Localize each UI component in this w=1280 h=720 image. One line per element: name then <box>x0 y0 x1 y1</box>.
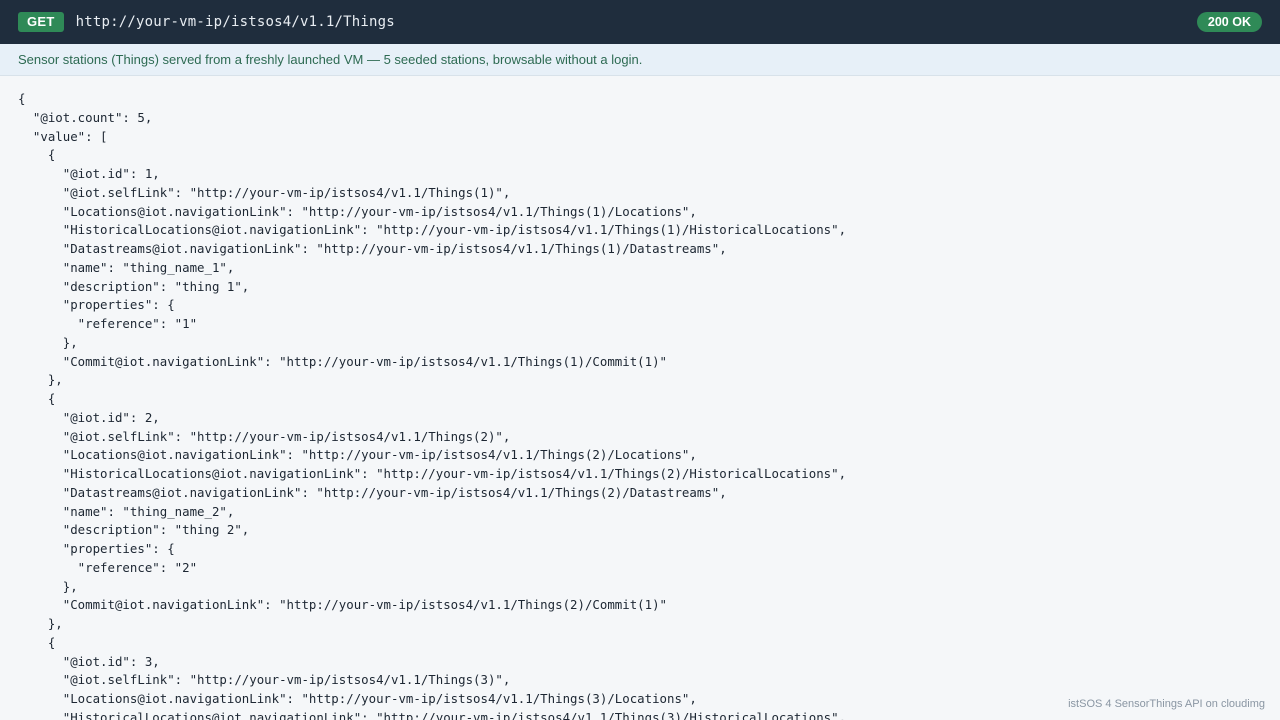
json-line: "@iot.selfLink": "http://your-vm-ip/ists… <box>18 184 511 200</box>
json-response-body: { "@iot.count": 5, "value": [ { "@iot.id… <box>18 90 1258 720</box>
json-line: "Datastreams@iot.navigationLink": "http:… <box>18 241 727 256</box>
json-line: "name": "thing_name_1", <box>18 259 235 275</box>
json-line: "HistoricalLocations@iot.navigationLink"… <box>18 466 847 481</box>
json-line: "@iot.selfLink": "http://your-vm-ip/ists… <box>18 672 511 688</box>
json-line: { <box>18 91 26 106</box>
json-line: "Datastreams@iot.navigationLink": "http:… <box>18 484 727 500</box>
http-method-badge: GET <box>18 12 64 32</box>
json-line: "@iot.count": 5, <box>18 109 153 125</box>
json-line: "HistoricalLocations@iot.navigationLink"… <box>18 709 847 720</box>
json-line: { <box>18 634 56 650</box>
json-line: "@iot.id": 3, <box>18 653 160 669</box>
json-line: }, <box>18 578 78 594</box>
json-line: }, <box>18 616 63 631</box>
request-url: http://your-vm-ip/istsos4/v1.1/Things <box>75 14 395 30</box>
footer-credit: istSOS 4 SensorThings API on cloudimg <box>1064 698 1265 710</box>
json-line: "Locations@iot.navigationLink": "http://… <box>18 447 697 463</box>
json-line: "@iot.id": 1, <box>18 166 160 181</box>
json-line: "@iot.selfLink": "http://your-vm-ip/ists… <box>18 428 511 444</box>
json-line: }, <box>18 334 78 350</box>
json-line: "description": "thing 1", <box>18 278 250 294</box>
json-line: { <box>18 147 56 163</box>
json-line: "HistoricalLocations@iot.navigationLink"… <box>18 222 847 238</box>
json-line: "Locations@iot.navigationLink": "http://… <box>18 203 697 219</box>
json-line: { <box>18 391 56 406</box>
json-line: "properties": { <box>18 541 175 556</box>
json-line: "properties": { <box>18 297 175 313</box>
info-notice: Sensor stations (Things) served from a f… <box>0 44 1280 76</box>
request-bar: GET http://your-vm-ip/istsos4/v1.1/Thing… <box>0 0 1280 44</box>
json-line: "@iot.id": 2, <box>18 409 160 425</box>
json-line: }, <box>18 372 63 388</box>
json-line: "Commit@iot.navigationLink": "http://you… <box>18 353 668 369</box>
json-line: "name": "thing_name_2", <box>18 503 235 519</box>
json-line: "value": [ <box>18 128 108 144</box>
status-badge: 200 OK <box>1196 12 1262 32</box>
json-line: "Commit@iot.navigationLink": "http://you… <box>18 597 668 613</box>
json-line: "description": "thing 2", <box>18 522 250 538</box>
json-line: "reference": "1" <box>18 316 198 331</box>
json-line: "reference": "2" <box>18 559 198 575</box>
